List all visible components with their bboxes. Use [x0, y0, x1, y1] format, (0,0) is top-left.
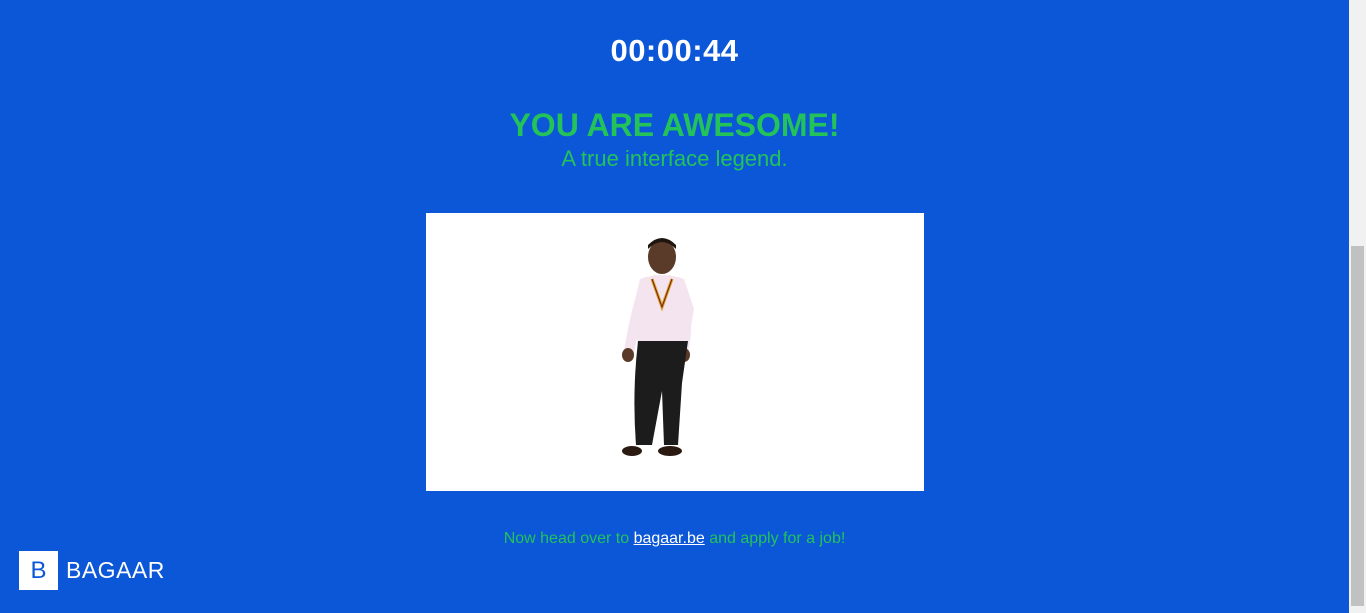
success-subline: A true interface legend. — [561, 146, 788, 171]
bagaar-link[interactable]: bagaar.be — [634, 530, 705, 547]
elapsed-timer: 00:00:44 — [610, 33, 739, 68]
cta-prefix: Now head over to — [503, 530, 634, 547]
cta-suffix: and apply for a job! — [704, 530, 846, 547]
job-cta: Now head over to bagaar.be and apply for… — [0, 530, 1349, 548]
bagaar-logo[interactable]: B BAGAAR — [19, 551, 165, 590]
success-headline: YOU ARE AWESOME! — [509, 107, 840, 143]
logo-wordmark: BAGAAR — [66, 557, 165, 583]
scrollbar-thumb[interactable] — [1351, 246, 1364, 606]
vertical-scrollbar[interactable] — [1349, 0, 1366, 613]
dancing-man-image — [622, 238, 694, 456]
logo-mark: B — [19, 551, 58, 590]
page: 00:00:44 YOU ARE AWESOME! A true interfa… — [0, 0, 1349, 613]
celebration-gif — [426, 213, 924, 491]
